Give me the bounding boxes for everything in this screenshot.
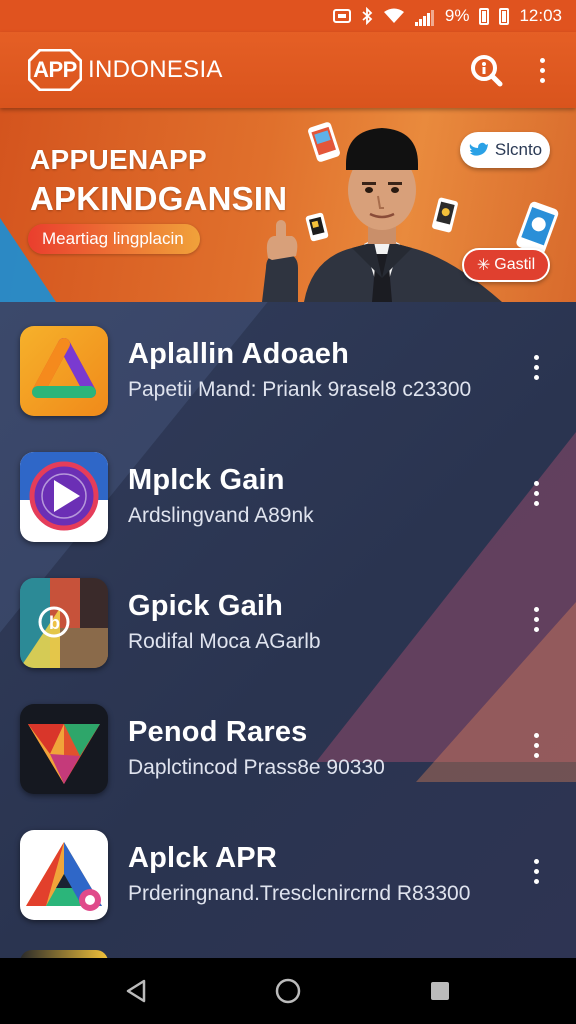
bluetooth-icon [361,6,373,26]
list-item[interactable]: Aplallin Adoaeh Papetii Mand: Priank 9ra… [0,302,576,428]
app-subtitle: Rodifal Moca AGarlb [128,630,321,653]
list-item[interactable]: Penod Rares Daplctincod Prass8e 90330 [0,680,576,806]
battery-icon [499,7,510,25]
sparkle-icon: ✳ [476,257,491,274]
navigation-bar [0,958,576,1024]
floating-phone-icon [305,212,329,242]
signal-icon [414,6,435,26]
wifi-icon [383,6,405,26]
app-logo[interactable]: APP INDONESIA [28,49,223,91]
play-circle-app-icon[interactable] [20,452,108,542]
home-icon [275,978,301,1004]
more-vert-icon[interactable] [532,52,552,88]
app-name: Aplallin Adoaeh [128,338,350,370]
app-subtitle: Daplctincod Prass8e 90330 [128,756,385,779]
banner-title-line1: APPUENAPP [30,144,207,175]
list-item-partial[interactable] [20,950,108,958]
prism-triangle-app-icon[interactable] [20,704,108,794]
list-item[interactable]: Aplck APR Prderingnand.Tresclcnircrnd R8… [0,806,576,932]
app-list: Aplallin Adoaeh Papetii Mand: Priank 9ra… [0,302,576,958]
more-vert-icon[interactable] [526,604,546,634]
banner-pill[interactable]: Meartiag lingplacin [28,224,200,254]
search-icon [471,55,503,87]
recents-icon [431,982,449,1000]
search-button[interactable] [466,50,506,90]
app-title: INDONESIA [88,56,223,83]
banner-title-line2: APKINDGANSIN [30,180,288,217]
app-subtitle: Prderingnand.Tresclcnircrnd R83300 [128,882,471,905]
back-icon [126,979,146,1003]
app-name: Gpick Gaih [128,590,284,622]
back-button[interactable] [106,961,166,1021]
app-name: Mplck Gain [128,464,285,496]
floating-phone-icon [432,197,458,233]
colorful-triangle-app-icon[interactable] [20,830,108,920]
notification-icon [332,6,351,26]
more-vert-icon[interactable] [526,730,546,760]
logo-badge-text: APP [33,57,77,82]
more-vert-icon[interactable] [526,352,546,382]
battery-icon [479,7,490,25]
list-item[interactable]: b Gpick Gaih Rodifal Moca AGarlb [0,554,576,680]
more-vert-icon[interactable] [526,856,546,886]
app-name: Penod Rares [128,716,308,748]
promo-banner[interactable]: APPUENAPP APKINDGANSIN Meartiag lingplac… [0,108,576,302]
home-button[interactable] [258,961,318,1021]
social-chip-label: Slcnto [494,140,543,159]
social-chip[interactable]: Slcnto [460,132,550,168]
logo-badge: APP [28,49,82,91]
app-subtitle: Papetii Mand: Priank 9rasel8 c23300 [128,378,472,401]
bird-icon [469,142,488,156]
battery-percent: 9% [444,6,470,25]
photo-collage-app-icon[interactable]: b [20,578,108,668]
svg-text:b: b [49,613,60,633]
banner-action-button[interactable]: ✳ Gastil [462,248,550,282]
orange-triangle-app-icon[interactable] [20,326,108,416]
banner-action-label: Gastil [494,256,536,273]
app-subtitle: Ardslingvand A89nk [128,504,314,527]
floating-phone-icon [308,122,340,162]
clock: 12:03 [519,6,562,25]
recents-button[interactable] [410,961,470,1021]
app-bar: APP INDONESIA [0,32,576,108]
app-name: Aplck APR [128,842,277,874]
list-item[interactable]: Mplck Gain Ardslingvand A89nk [0,428,576,554]
more-vert-icon[interactable] [526,478,546,508]
status-bar: 9% 12:03 [0,0,576,32]
